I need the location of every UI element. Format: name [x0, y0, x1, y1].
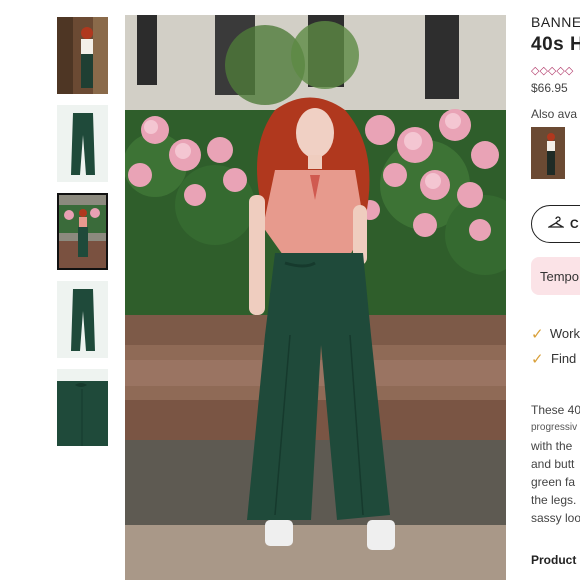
- main-product-image[interactable]: [125, 15, 506, 580]
- thumbnail-pants-back: [57, 281, 108, 358]
- thumbnail-list: [57, 17, 108, 457]
- thumbnail-pants-front: [57, 105, 108, 182]
- thumbnail-1[interactable]: [57, 17, 108, 94]
- description-line: sassy loo: [531, 511, 580, 525]
- thumbnail-photo-garden: [59, 195, 106, 268]
- feature-text: Find: [551, 351, 577, 366]
- feature-list: ✓ Work ✓ Find: [531, 321, 580, 371]
- check-icon: ✓: [531, 350, 544, 368]
- product-details-heading[interactable]: Product: [531, 553, 580, 567]
- description-line: and butt: [531, 457, 575, 471]
- check-icon: ✓: [531, 325, 544, 343]
- product-description: These 40 progressiv with the and butt gr…: [531, 401, 580, 527]
- rating-icons[interactable]: ◇◇◇◇◇: [531, 64, 580, 77]
- description-line: the legs.: [531, 493, 577, 507]
- feature-item: ✓ Work: [531, 321, 580, 346]
- description-line: green fa: [531, 475, 576, 489]
- thumbnail-3-selected[interactable]: [57, 193, 108, 270]
- feature-text: Work: [549, 326, 580, 341]
- size-guide-button[interactable]: C: [531, 205, 580, 243]
- description-line: with the: [531, 439, 573, 453]
- description-line: progressiv: [531, 422, 578, 433]
- thumbnail-2[interactable]: [57, 105, 108, 182]
- hanger-icon: [546, 215, 566, 233]
- variant-photo: [531, 127, 565, 179]
- product-title: 40s H: [531, 34, 580, 55]
- brand-name[interactable]: BANNE: [531, 14, 580, 30]
- product-info-panel: BANNE 40s H ◇◇◇◇◇ $66.95 Also ava C Temp…: [531, 12, 580, 580]
- product-price: $66.95: [531, 81, 568, 95]
- model-photo: [125, 15, 506, 580]
- thumbnail-pants-detail: [57, 369, 108, 446]
- stock-notice: Tempo: [531, 257, 580, 295]
- thumbnail-5[interactable]: [57, 369, 108, 446]
- also-available-label: Also ava: [531, 107, 578, 121]
- description-line: These 40: [531, 403, 580, 417]
- feature-item: ✓ Find: [531, 346, 580, 371]
- thumbnail-photo-library: [57, 17, 108, 94]
- thumbnail-4[interactable]: [57, 281, 108, 358]
- size-guide-label: C: [570, 217, 579, 231]
- variant-thumbnail[interactable]: [531, 127, 565, 179]
